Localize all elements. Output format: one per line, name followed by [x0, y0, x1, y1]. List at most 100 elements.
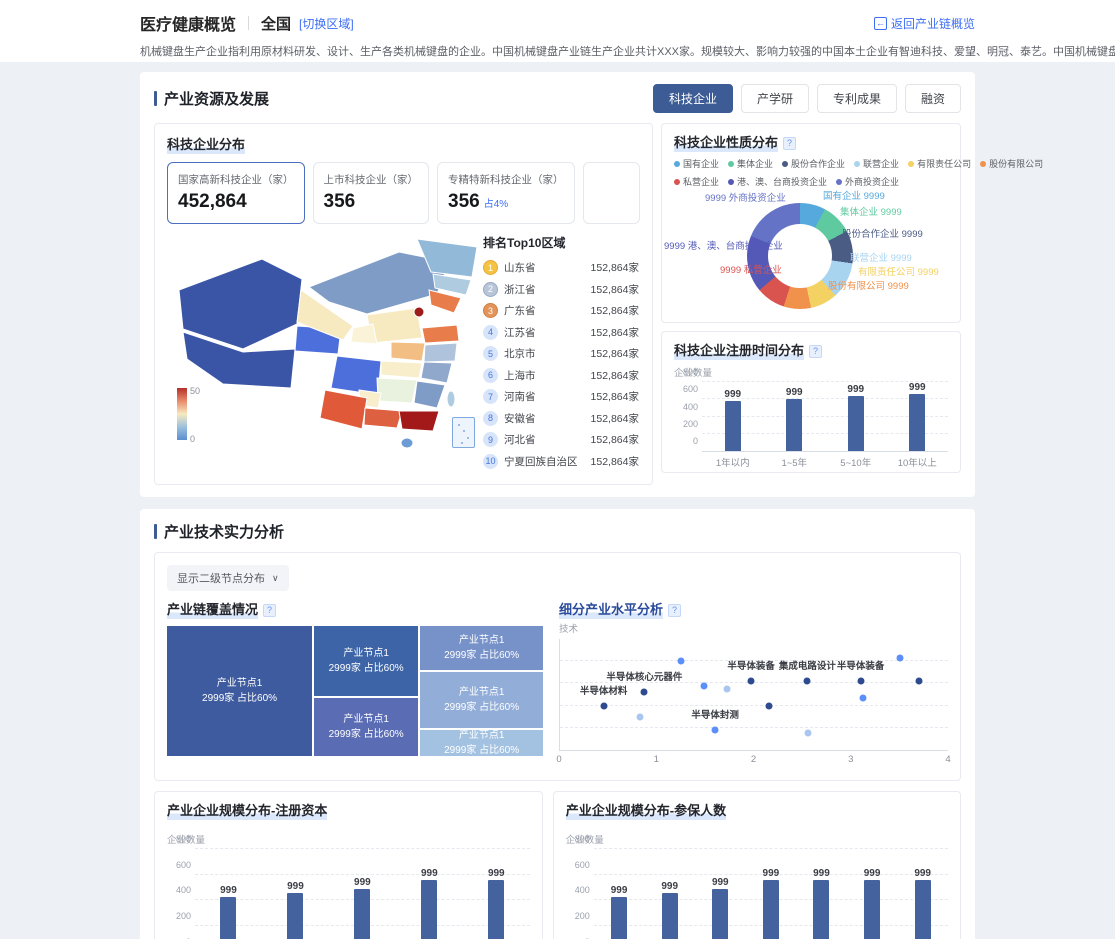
- tab-专利成果[interactable]: 专利成果: [817, 84, 897, 113]
- nature-donut-chart[interactable]: [747, 203, 853, 309]
- x-tick-label: 10年以上: [887, 455, 949, 469]
- bar: [287, 893, 303, 939]
- stat-value: 452,864: [178, 191, 294, 213]
- scatter-point: [700, 682, 707, 689]
- legend-dot: [782, 161, 788, 167]
- scatter-point: [712, 727, 719, 734]
- donut-callout: 9999 港、澳、台商投资企业: [664, 238, 783, 252]
- x-tick-label: 0: [556, 754, 561, 765]
- scatter-point: [857, 678, 864, 685]
- legend-label: 联营企业: [863, 157, 899, 170]
- help-icon[interactable]: ?: [668, 604, 681, 617]
- insured-bar-chart[interactable]: 企业数量0200400600800999999999999999999999小于…: [566, 832, 948, 939]
- chain-coverage-block: 产业链覆盖情况? 产业节点12999家 占比60%产业节点12999家 占比60…: [167, 601, 543, 768]
- map-color-scale: [177, 388, 187, 440]
- stat-card-empty[interactable]: [583, 162, 641, 224]
- scatter-point: [915, 678, 922, 685]
- stat-label: 国家高新科技企业（家）: [178, 172, 294, 187]
- section-title: 产业资源及发展: [164, 88, 269, 109]
- legend-item: 联营企业: [854, 157, 899, 170]
- bar-cell: 999: [695, 849, 746, 939]
- region-name: 宁夏回族自治区: [504, 454, 591, 469]
- treemap-node[interactable]: 产业节点12999家 占比60%: [420, 672, 543, 728]
- treemap-node-detail: 2999家 占比60%: [202, 691, 277, 706]
- bar-cell: 999: [796, 849, 847, 939]
- map-scale-max: 50: [190, 386, 200, 396]
- bar-cell: 999: [644, 849, 695, 939]
- stat-card[interactable]: 专精特新科技企业（家）356占4%: [437, 162, 575, 224]
- tab-产学研[interactable]: 产学研: [741, 84, 809, 113]
- bar-cell: 999: [847, 849, 898, 939]
- bar-value-label: 999: [724, 389, 741, 400]
- switch-region-link[interactable]: [切换区域]: [299, 15, 354, 32]
- coverage-title: 产业链覆盖情况: [167, 602, 258, 619]
- treemap-node-name: 产业节点1: [459, 633, 505, 648]
- tab-融资[interactable]: 融资: [905, 84, 961, 113]
- stat-card[interactable]: 上市科技企业（家） 356: [313, 162, 430, 224]
- treemap-node[interactable]: 产业节点12999家 占比60%: [314, 626, 418, 696]
- help-icon[interactable]: ?: [263, 604, 276, 617]
- stat-value: 356: [324, 191, 419, 213]
- scatter-point-label: 半导体装备: [837, 658, 885, 672]
- bar: [611, 897, 627, 939]
- registration-time-bar-chart[interactable]: 企业数量02004006008009999999999991年以内1~5年5~1…: [674, 365, 948, 469]
- rank-badge-icon: 5: [483, 346, 498, 361]
- scatter-point: [641, 689, 648, 696]
- help-icon[interactable]: ?: [809, 345, 822, 358]
- tech-enterprise-distribution-card: 科技企业分布 国家高新科技企业（家）452,864上市科技企业（家）356专精特…: [154, 123, 653, 485]
- bar-value-label: 999: [847, 384, 864, 395]
- region-name: 河南省: [504, 389, 591, 404]
- bar-value-label: 999: [914, 868, 931, 879]
- china-choropleth-map[interactable]: 50 0: [167, 232, 483, 460]
- section-title: 产业技术实力分析: [164, 521, 284, 542]
- y-tick: 800: [674, 367, 698, 377]
- chain-coverage-treemap[interactable]: 产业节点12999家 占比60%产业节点12999家 占比60%产业节点1299…: [167, 626, 543, 756]
- scatter-point-label: 集成电路设计: [779, 658, 836, 672]
- stat-value: 356占4%: [448, 191, 564, 213]
- top10-row: 9河北省152,864家: [483, 429, 639, 451]
- donut-callout: 9999 私营企业: [720, 262, 782, 276]
- stat-card[interactable]: 国家高新科技企业（家） 452,864: [167, 162, 305, 224]
- region-value: 152,864家: [591, 411, 639, 426]
- y-tick: 800: [167, 834, 191, 844]
- level-title: 细分产业水平分析: [559, 602, 663, 619]
- scatter-point: [636, 713, 643, 720]
- capital-card-title: 产业企业规模分布-注册资本: [167, 803, 327, 820]
- regtime-card-title: 科技企业注册时间分布: [674, 343, 804, 360]
- bar-value-label: 999: [712, 877, 729, 888]
- node-level-dropdown[interactable]: 显示二级节点分布 ∨: [167, 565, 289, 591]
- bar-cell: 999: [396, 849, 463, 939]
- y-axis-label: 企业数量: [167, 832, 530, 846]
- top10-row: 8安徽省152,864家: [483, 408, 639, 430]
- treemap-node[interactable]: 产业节点12999家 占比60%: [420, 730, 543, 756]
- section-accent-bar: [154, 524, 157, 539]
- bar-value-label: 999: [488, 868, 505, 879]
- legend-dot: [908, 161, 914, 167]
- treemap-node[interactable]: 产业节点12999家 占比60%: [167, 626, 312, 756]
- subsector-scatter-chart[interactable]: 技术半导体材料半导体核心元器件半导体封测半导体装备集成电路设计半导体装备0123…: [559, 621, 948, 768]
- legend-dot: [854, 161, 860, 167]
- y-tick: 600: [167, 860, 191, 870]
- tab-科技企业[interactable]: 科技企业: [653, 84, 733, 113]
- treemap-node-name: 产业节点1: [217, 676, 263, 691]
- treemap-node-name: 产业节点1: [459, 685, 505, 700]
- back-to-overview-link[interactable]: ← 返回产业链概览: [874, 15, 975, 32]
- bar-cell: 999: [262, 849, 329, 939]
- help-icon[interactable]: ?: [783, 137, 796, 150]
- legend-dot: [674, 179, 680, 185]
- back-arrow-icon: ←: [874, 17, 887, 30]
- legend-label: 私营企业: [683, 175, 719, 188]
- stat-label: 上市科技企业（家）: [324, 172, 419, 187]
- top10-region-list: 排名Top10区域 1山东省152,864家2浙江省152,864家3广东省15…: [483, 232, 639, 472]
- region-label: 全国: [261, 13, 291, 34]
- china-map-svg: [167, 232, 483, 460]
- capital-bar-chart[interactable]: 企业数量0200400600800999999999999999100万以内10…: [167, 832, 530, 939]
- bar-value-label: 999: [661, 881, 678, 892]
- treemap-node-name: 产业节点1: [343, 712, 389, 727]
- treemap-node[interactable]: 产业节点12999家 占比60%: [314, 698, 418, 756]
- rank-badge-icon: 2: [483, 282, 498, 297]
- x-tick-label: 1年以内: [702, 455, 764, 469]
- bar-cell: 999: [764, 382, 826, 451]
- scatter-point: [678, 658, 685, 665]
- treemap-node[interactable]: 产业节点12999家 占比60%: [420, 626, 543, 670]
